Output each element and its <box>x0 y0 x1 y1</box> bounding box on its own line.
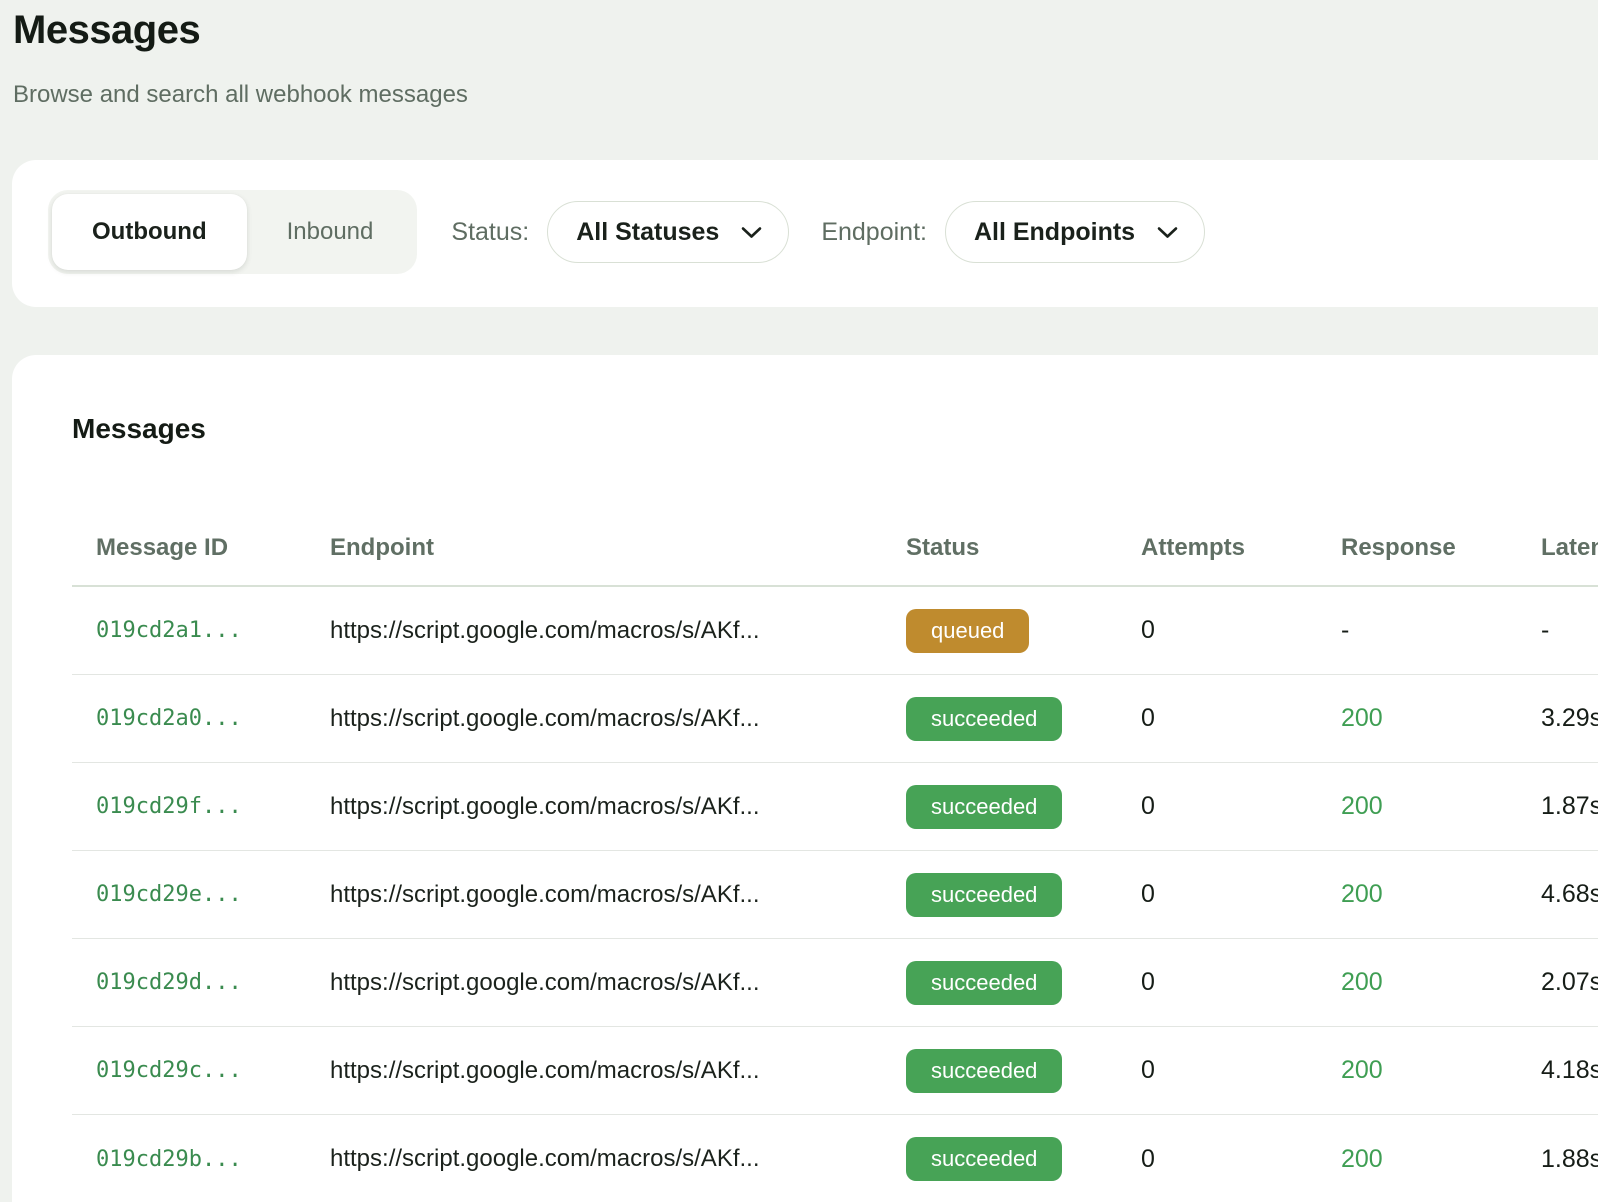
attempts-value: 0 <box>1117 616 1317 645</box>
messages-table: Message ID Endpoint Status Attempts Resp… <box>72 511 1598 1202</box>
latency-value: 2.07s <box>1517 968 1598 997</box>
message-id-link[interactable]: 019cd29b... <box>72 1147 306 1172</box>
message-id-link[interactable]: 019cd2a0... <box>72 706 306 731</box>
table-row[interactable]: 019cd29e... https://script.google.com/ma… <box>72 851 1598 939</box>
endpoint-url: https://script.google.com/macros/s/AKf..… <box>306 705 882 733</box>
column-header-attempts: Attempts <box>1117 534 1317 562</box>
table-row[interactable]: 019cd29c... https://script.google.com/ma… <box>72 1027 1598 1115</box>
status-badge: succeeded <box>906 1049 1062 1093</box>
tab-outbound[interactable]: Outbound <box>52 194 247 270</box>
attempts-value: 0 <box>1117 792 1317 821</box>
status-badge: succeeded <box>906 697 1062 741</box>
messages-panel: Messages Message ID Endpoint Status Atte… <box>12 355 1598 1202</box>
table-row[interactable]: 019cd2a1... https://script.google.com/ma… <box>72 587 1598 675</box>
status-badge: succeeded <box>906 785 1062 829</box>
latency-value: 3.29s <box>1517 704 1598 733</box>
endpoint-url: https://script.google.com/macros/s/AKf..… <box>306 617 882 645</box>
response-code: 200 <box>1317 968 1517 997</box>
message-id-link[interactable]: 019cd29d... <box>72 970 306 995</box>
latency-value: 1.88s <box>1517 1145 1598 1174</box>
chevron-down-icon <box>1157 226 1178 239</box>
status-filter-label: Status: <box>451 218 529 247</box>
latency-value: 4.68s <box>1517 880 1598 909</box>
page-title: Messages <box>13 6 1598 54</box>
direction-toggle: Outbound Inbound <box>48 190 417 274</box>
endpoint-url: https://script.google.com/macros/s/AKf..… <box>306 969 882 997</box>
message-id-link[interactable]: 019cd2a1... <box>72 618 306 643</box>
response-code: - <box>1317 616 1517 645</box>
endpoint-url: https://script.google.com/macros/s/AKf..… <box>306 881 882 909</box>
status-select[interactable]: All Statuses <box>547 201 789 263</box>
status-select-value: All Statuses <box>576 218 719 247</box>
endpoint-url: https://script.google.com/macros/s/AKf..… <box>306 793 882 821</box>
endpoint-filter-label: Endpoint: <box>821 218 927 247</box>
filter-bar: Outbound Inbound Status: All Statuses En… <box>12 160 1598 307</box>
page-header: Messages Browse and search all webhook m… <box>0 0 1598 112</box>
table-header-row: Message ID Endpoint Status Attempts Resp… <box>72 511 1598 587</box>
column-header-latency: Latency <box>1517 534 1598 562</box>
column-header-endpoint: Endpoint <box>306 534 882 562</box>
response-code: 200 <box>1317 792 1517 821</box>
table-row[interactable]: 019cd2a0... https://script.google.com/ma… <box>72 675 1598 763</box>
attempts-value: 0 <box>1117 968 1317 997</box>
message-id-link[interactable]: 019cd29e... <box>72 882 306 907</box>
latency-value: - <box>1517 616 1598 645</box>
page-subtitle: Browse and search all webhook messages <box>13 78 1598 112</box>
response-code: 200 <box>1317 1056 1517 1085</box>
latency-value: 1.87s <box>1517 792 1598 821</box>
column-header-status: Status <box>882 534 1117 562</box>
endpoint-select[interactable]: All Endpoints <box>945 201 1205 263</box>
table-row[interactable]: 019cd29d... https://script.google.com/ma… <box>72 939 1598 1027</box>
chevron-down-icon <box>741 226 762 239</box>
endpoint-select-value: All Endpoints <box>974 218 1135 247</box>
response-code: 200 <box>1317 704 1517 733</box>
status-badge: succeeded <box>906 873 1062 917</box>
endpoint-url: https://script.google.com/macros/s/AKf..… <box>306 1057 882 1085</box>
tab-inbound[interactable]: Inbound <box>247 194 414 270</box>
column-header-response: Response <box>1317 534 1517 562</box>
attempts-value: 0 <box>1117 1056 1317 1085</box>
endpoint-url: https://script.google.com/macros/s/AKf..… <box>306 1145 882 1173</box>
response-code: 200 <box>1317 880 1517 909</box>
column-header-message-id: Message ID <box>72 534 306 562</box>
response-code: 200 <box>1317 1145 1517 1174</box>
status-badge: succeeded <box>906 961 1062 1005</box>
panel-title: Messages <box>72 411 1598 447</box>
message-id-link[interactable]: 019cd29f... <box>72 794 306 819</box>
status-badge: succeeded <box>906 1137 1062 1181</box>
status-badge: queued <box>906 609 1029 653</box>
message-id-link[interactable]: 019cd29c... <box>72 1058 306 1083</box>
table-row[interactable]: 019cd29b... https://script.google.com/ma… <box>72 1115 1598 1202</box>
attempts-value: 0 <box>1117 880 1317 909</box>
attempts-value: 0 <box>1117 1145 1317 1174</box>
latency-value: 4.18s <box>1517 1056 1598 1085</box>
table-row[interactable]: 019cd29f... https://script.google.com/ma… <box>72 763 1598 851</box>
attempts-value: 0 <box>1117 704 1317 733</box>
